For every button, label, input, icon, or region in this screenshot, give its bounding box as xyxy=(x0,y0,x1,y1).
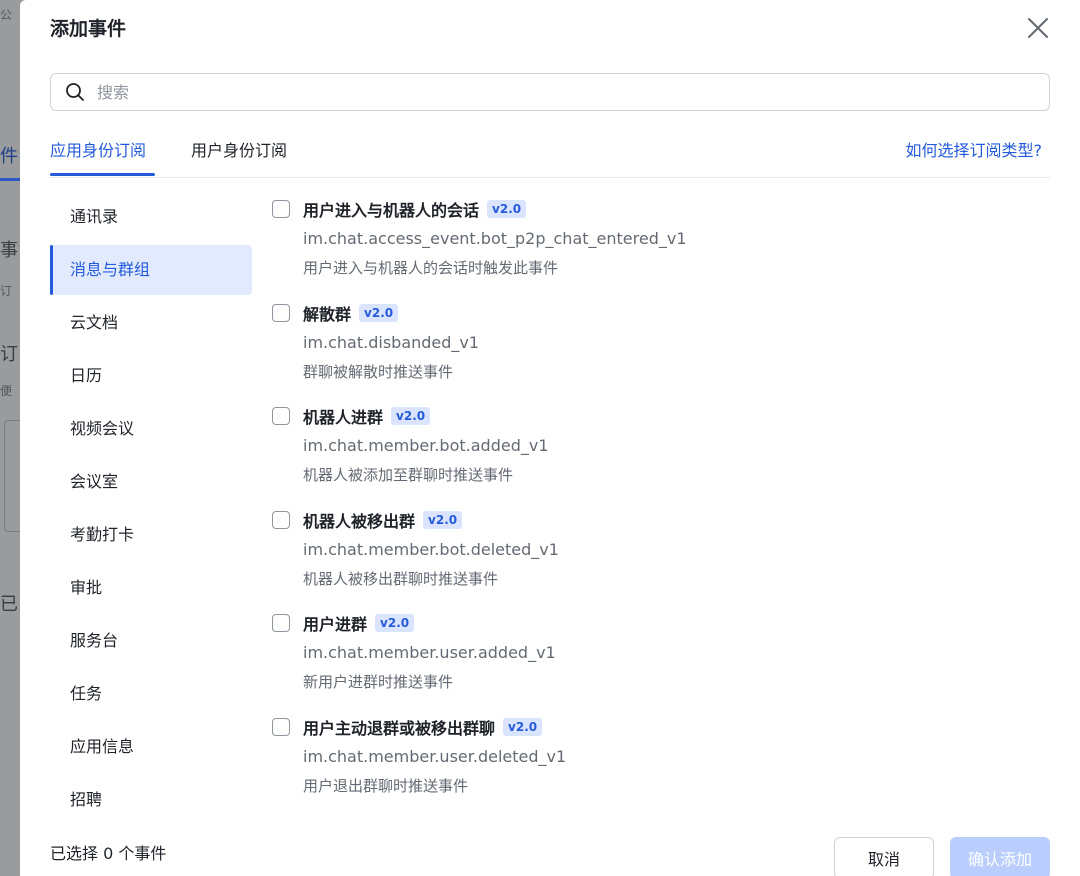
event-description: 用户退出群聊时推送事件 xyxy=(303,776,469,795)
event-checkbox[interactable] xyxy=(272,407,290,426)
sidebar-item-messages-groups[interactable]: 消息与群组 xyxy=(50,245,252,295)
background-text: 公 xyxy=(0,8,13,22)
background-text: 已 xyxy=(0,594,18,615)
event-title: 机器人被移出群 v2.0 xyxy=(303,508,463,532)
event-description: 群聊被解散时推送事件 xyxy=(303,362,454,381)
event-code: im.chat.member.bot.added_v1 xyxy=(303,436,549,456)
sidebar-item-calendar[interactable]: 日历 xyxy=(50,351,252,401)
tab-user-identity[interactable]: 用户身份订阅 xyxy=(191,137,287,161)
sidebar-item-attendance[interactable]: 考勤打卡 xyxy=(50,510,252,560)
event-checkbox[interactable] xyxy=(272,303,290,322)
dialog-title: 添加事件 xyxy=(50,18,127,40)
search-icon xyxy=(66,83,84,101)
version-badge: v2.0 xyxy=(359,303,399,322)
event-code: im.chat.member.bot.deleted_v1 xyxy=(303,539,559,559)
event-name: 用户进群 xyxy=(303,615,368,635)
background-text: 便 xyxy=(0,384,13,398)
search-input[interactable] xyxy=(95,81,1049,103)
version-badge: v2.0 xyxy=(391,407,431,426)
event-description: 新用户进群时推送事件 xyxy=(303,673,454,692)
event-description: 机器人被添加至群聊时推送事件 xyxy=(303,466,514,485)
event-code: im.chat.access_event.bot_p2p_chat_entere… xyxy=(303,229,687,248)
event-code: im.chat.member.user.deleted_v1 xyxy=(303,746,567,766)
event-checkbox[interactable] xyxy=(272,717,290,736)
selected-count: 已选择 0 个事件 xyxy=(50,844,167,863)
background-text: 件 xyxy=(0,146,18,167)
tab-app-identity[interactable]: 应用身份订阅 xyxy=(50,137,146,161)
version-badge: v2.0 xyxy=(423,510,463,529)
sidebar-item-helpdesk[interactable]: 服务台 xyxy=(50,616,252,666)
event-code: im.chat.member.user.added_v1 xyxy=(303,643,556,663)
sidebar-item-contacts[interactable]: 通讯录 xyxy=(50,192,252,242)
event-checkbox[interactable] xyxy=(272,614,290,633)
event-item: 用户进群 v2.0 im.chat.member.user.added_v1 新用… xyxy=(272,610,1052,714)
event-description: 机器人被移出群聊时推送事件 xyxy=(303,569,499,588)
event-name: 机器人被移出群 xyxy=(303,511,416,531)
event-name: 用户主动退群或被移出群聊 xyxy=(303,718,496,738)
event-title: 用户主动退群或被移出群聊 v2.0 xyxy=(303,715,543,739)
event-title: 解散群 v2.0 xyxy=(303,301,399,325)
subscription-type-help-link[interactable]: 如何选择订阅类型? xyxy=(906,137,1043,161)
background-tab-indicator xyxy=(0,178,22,181)
event-item: 机器人被移出群 v2.0 im.chat.member.bot.deleted_v… xyxy=(272,507,1052,611)
event-name: 用户进入与机器人的会话 xyxy=(303,201,480,220)
version-badge: v2.0 xyxy=(503,717,543,736)
event-code: im.chat.disbanded_v1 xyxy=(303,332,480,352)
sidebar-item-meeting-room[interactable]: 会议室 xyxy=(50,457,252,507)
event-list: 用户进入与机器人的会话 v2.0 im.chat.access_event.bot… xyxy=(272,196,1052,818)
version-badge: v2.0 xyxy=(375,614,415,633)
sidebar-item-approval[interactable]: 审批 xyxy=(50,563,252,613)
search-box[interactable] xyxy=(50,73,1050,111)
add-event-dialog: 添加事件 应用身份订阅 用户身份订阅 如何选择订阅类型? 通讯录 消息与群组 云… xyxy=(20,0,1080,876)
background-text: 订 xyxy=(0,344,18,365)
event-name: 解散群 xyxy=(303,304,352,324)
background-text: 订 xyxy=(0,284,13,298)
close-icon xyxy=(1028,18,1048,38)
sidebar-item-recruiting[interactable]: 招聘 xyxy=(50,775,252,810)
event-description: 用户进入与机器人的会话时触发此事件 xyxy=(303,259,559,277)
sidebar-item-video-meeting[interactable]: 视频会议 xyxy=(50,404,252,454)
event-item: 解散群 v2.0 im.chat.disbanded_v1 群聊被解散时推送事件 xyxy=(272,300,1052,404)
event-title: 用户进入与机器人的会话 v2.0 xyxy=(303,197,527,221)
version-badge: v2.0 xyxy=(487,200,527,218)
event-title: 机器人进群 v2.0 xyxy=(303,404,431,428)
confirm-add-button[interactable]: 确认添加 xyxy=(950,837,1050,876)
event-name: 机器人进群 xyxy=(303,408,384,428)
sidebar-item-docs[interactable]: 云文档 xyxy=(50,298,252,348)
subscription-tabs: 应用身份订阅 用户身份订阅 如何选择订阅类型? xyxy=(50,130,1050,178)
event-item: 用户进入与机器人的会话 v2.0 im.chat.access_event.bot… xyxy=(272,196,1052,300)
event-checkbox[interactable] xyxy=(272,510,290,529)
event-checkbox[interactable] xyxy=(272,200,290,218)
background-text: 事 xyxy=(0,240,18,261)
event-title: 用户进群 v2.0 xyxy=(303,611,415,635)
sidebar-item-tasks[interactable]: 任务 xyxy=(50,669,252,719)
event-item: 用户主动退群或被移出群聊 v2.0 im.chat.member.user.del… xyxy=(272,714,1052,818)
cancel-button[interactable]: 取消 xyxy=(834,837,934,876)
event-item: 机器人进群 v2.0 im.chat.member.bot.added_v1 机器… xyxy=(272,403,1052,507)
sidebar-item-app-info[interactable]: 应用信息 xyxy=(50,722,252,772)
active-tab-indicator xyxy=(50,173,155,176)
close-button[interactable] xyxy=(1024,14,1052,42)
category-sidebar: 通讯录 消息与群组 云文档 日历 视频会议 会议室 考勤打卡 审批 服务台 任务… xyxy=(50,192,252,810)
